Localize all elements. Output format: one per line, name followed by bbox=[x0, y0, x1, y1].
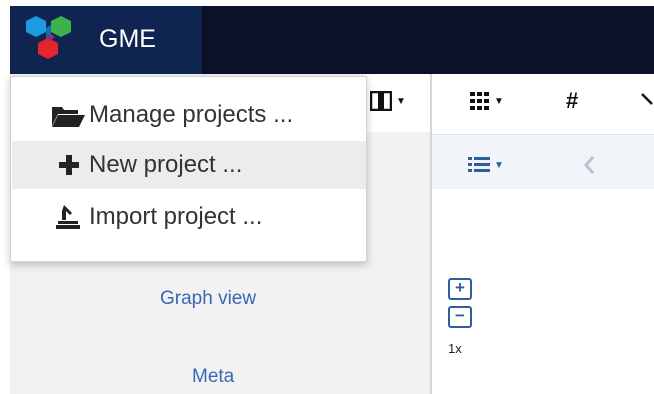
meta-link[interactable]: Meta bbox=[192, 366, 234, 388]
hash-button[interactable]: # bbox=[566, 88, 578, 114]
plus-icon bbox=[59, 155, 79, 175]
top-toolbar bbox=[366, 74, 654, 132]
list-view-button[interactable]: ▼ bbox=[468, 152, 504, 178]
list-icon bbox=[468, 157, 490, 172]
menu-item-label: Manage projects ... bbox=[89, 101, 294, 128]
menu-item-new-project[interactable]: New project ... bbox=[12, 141, 366, 189]
graph-view-link[interactable]: Graph view bbox=[160, 288, 256, 310]
grid-view-button[interactable]: ▼ bbox=[470, 88, 504, 114]
hash-icon: # bbox=[566, 88, 579, 113]
panel-divider[interactable] bbox=[430, 74, 432, 394]
menu-item-import-project[interactable]: Import project ... bbox=[12, 193, 366, 241]
app-title: GME bbox=[99, 25, 156, 53]
chevron-down-icon: ▼ bbox=[494, 95, 504, 107]
menu-item-label: New project ... bbox=[89, 151, 243, 178]
top-navbar: GME bbox=[10, 6, 654, 74]
layout-columns-button[interactable]: ▼ bbox=[370, 88, 406, 114]
gme-logo-icon bbox=[26, 16, 71, 59]
chevron-down-icon: ▼ bbox=[396, 95, 406, 107]
chevron-left-icon[interactable] bbox=[582, 155, 596, 175]
import-icon bbox=[56, 205, 80, 229]
sub-toolbar bbox=[432, 134, 654, 189]
zoom-out-button[interactable]: − bbox=[448, 306, 472, 328]
folder-open-icon bbox=[52, 107, 85, 127]
brand-menu-button[interactable]: GME bbox=[10, 6, 202, 74]
chevron-down-icon: ▼ bbox=[494, 159, 504, 171]
zoom-level: 1x bbox=[448, 341, 462, 356]
grid-icon bbox=[470, 92, 489, 110]
partial-toolbar-icon[interactable] bbox=[640, 92, 654, 112]
columns-icon bbox=[370, 91, 392, 111]
menu-item-label: Import project ... bbox=[89, 203, 263, 230]
project-dropdown-menu: Manage projects ... New project ... Impo… bbox=[10, 76, 367, 262]
zoom-in-button[interactable]: + bbox=[448, 278, 472, 300]
menu-item-manage-projects[interactable]: Manage projects ... bbox=[12, 91, 366, 139]
